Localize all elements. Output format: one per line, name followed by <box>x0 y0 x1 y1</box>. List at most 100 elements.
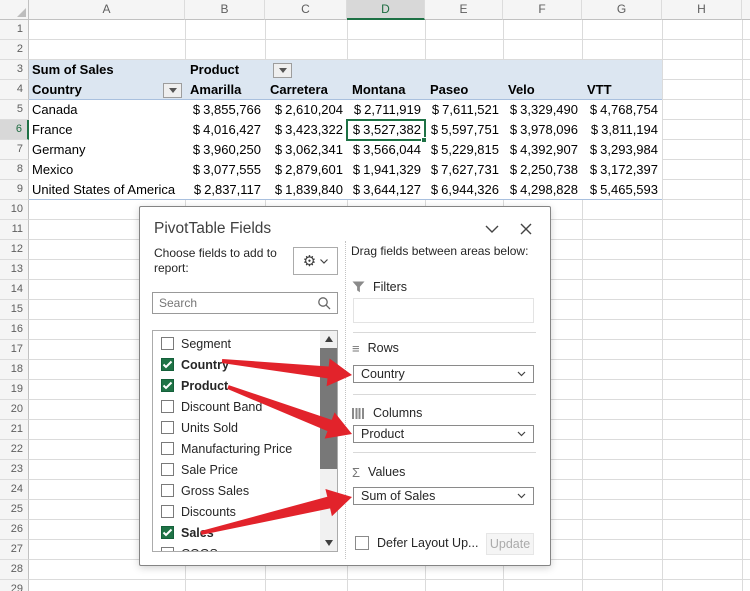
field-item[interactable]: Country <box>153 354 322 375</box>
scroll-up-arrow[interactable] <box>320 331 337 347</box>
column-header[interactable]: H <box>662 0 742 20</box>
pivot-cell[interactable]: Canada <box>32 100 184 120</box>
row-header[interactable]: 11 <box>0 220 29 240</box>
pivot-cell[interactable]: $2,250,738 <box>503 160 582 180</box>
row-header[interactable]: 7 <box>0 140 29 160</box>
field-item[interactable]: Manufacturing Price <box>153 438 322 459</box>
pivot-cell[interactable]: $3,644,127 <box>347 180 425 200</box>
row-header[interactable]: 18 <box>0 360 29 380</box>
pivot-cell[interactable]: Paseo <box>430 80 468 100</box>
field-item[interactable]: Gross Sales <box>153 480 322 501</box>
row-header[interactable]: 16 <box>0 320 29 340</box>
checkbox[interactable] <box>161 526 174 539</box>
pivot-cell[interactable]: $7,611,521 <box>425 100 503 120</box>
row-header[interactable]: 1 <box>0 20 29 40</box>
fill-handle[interactable] <box>421 137 427 143</box>
pivot-cell[interactable]: $1,941,329 <box>347 160 425 180</box>
checkbox[interactable] <box>161 505 174 518</box>
row-header[interactable]: 9 <box>0 180 29 200</box>
row-header[interactable]: 5 <box>0 100 29 120</box>
columns-field-dropdown[interactable]: Product <box>353 425 534 443</box>
row-header[interactable]: 19 <box>0 380 29 400</box>
values-field-dropdown[interactable]: Sum of Sales <box>353 487 534 505</box>
pivot-cell[interactable]: Carretera <box>270 80 328 100</box>
pivot-cell[interactable]: Velo <box>508 80 535 100</box>
checkbox[interactable] <box>161 337 174 350</box>
search-input[interactable]: Search <box>152 292 338 314</box>
column-header-selected[interactable]: D <box>347 0 425 20</box>
pivot-cell[interactable]: $3,978,096 <box>503 120 582 140</box>
pivot-cell[interactable]: $3,423,322 <box>265 120 347 140</box>
column-header[interactable] <box>742 0 750 20</box>
pivot-cell[interactable]: $3,855,766 <box>185 100 265 120</box>
pivot-cell[interactable]: VTT <box>587 80 612 100</box>
column-header[interactable]: B <box>185 0 265 20</box>
row-header[interactable]: 13 <box>0 260 29 280</box>
row-header[interactable]: 14 <box>0 280 29 300</box>
pivot-cell[interactable]: $3,172,397 <box>582 160 662 180</box>
row-header[interactable]: 28 <box>0 560 29 580</box>
checkbox[interactable] <box>161 421 174 434</box>
pivot-cell[interactable]: United States of America <box>32 180 184 200</box>
pivot-cell[interactable]: $4,392,907 <box>503 140 582 160</box>
checkbox[interactable] <box>161 484 174 497</box>
pivot-cell[interactable]: $3,293,984 <box>582 140 662 160</box>
row-header[interactable]: 25 <box>0 500 29 520</box>
row-header[interactable]: 12 <box>0 240 29 260</box>
row-header[interactable]: 3 <box>0 60 29 80</box>
pivot-cell[interactable]: $5,597,751 <box>425 120 503 140</box>
defer-layout-checkbox[interactable] <box>355 536 369 550</box>
field-item[interactable]: Product <box>153 375 322 396</box>
row-header[interactable]: 17 <box>0 340 29 360</box>
country-filter-button[interactable] <box>163 83 182 98</box>
field-item[interactable]: Discount Band <box>153 396 322 417</box>
scroll-down-arrow[interactable] <box>320 535 337 551</box>
field-item[interactable]: COGS <box>153 543 322 551</box>
pivot-cell[interactable]: $4,016,427 <box>185 120 265 140</box>
row-header-selected[interactable]: 6 <box>0 120 29 140</box>
update-button[interactable]: Update <box>486 533 534 555</box>
pivot-cell[interactable]: Germany <box>32 140 184 160</box>
row-header[interactable]: 15 <box>0 300 29 320</box>
row-header[interactable]: 2 <box>0 40 29 60</box>
product-filter-button[interactable] <box>273 63 292 78</box>
checkbox[interactable] <box>161 358 174 371</box>
field-item[interactable]: Units Sold <box>153 417 322 438</box>
scroll-thumb[interactable] <box>320 348 337 469</box>
pivot-cell[interactable]: $3,329,490 <box>503 100 582 120</box>
row-header[interactable]: 23 <box>0 460 29 480</box>
checkbox[interactable] <box>161 400 174 413</box>
column-header[interactable]: E <box>425 0 503 20</box>
pivot-cell[interactable]: $2,879,601 <box>265 160 347 180</box>
pivot-cell[interactable]: $7,627,731 <box>425 160 503 180</box>
tools-gear-button[interactable]: ⚙ <box>293 247 338 275</box>
field-item[interactable]: Discounts <box>153 501 322 522</box>
row-header[interactable]: 10 <box>0 200 29 220</box>
pivot-cell[interactable]: $2,610,204 <box>265 100 347 120</box>
pivot-cell[interactable]: Sum of Sales <box>32 60 114 80</box>
row-header[interactable]: 27 <box>0 540 29 560</box>
row-header[interactable]: 24 <box>0 480 29 500</box>
row-header[interactable]: 26 <box>0 520 29 540</box>
pivot-cell[interactable]: Product <box>190 60 239 80</box>
pivot-cell[interactable]: $2,837,117 <box>185 180 265 200</box>
pivot-cell[interactable]: $5,465,593 <box>582 180 662 200</box>
pivot-cell[interactable]: $4,298,828 <box>503 180 582 200</box>
scrollbar[interactable] <box>320 331 337 551</box>
pivot-cell[interactable]: Country <box>32 80 82 100</box>
pivot-cell[interactable]: $3,811,194 <box>582 120 662 140</box>
pivot-cell[interactable]: $3,960,250 <box>185 140 265 160</box>
checkbox[interactable] <box>161 442 174 455</box>
column-header[interactable]: A <box>29 0 185 20</box>
pivot-cell[interactable]: Mexico <box>32 160 184 180</box>
row-header[interactable]: 8 <box>0 160 29 180</box>
checkbox[interactable] <box>161 463 174 476</box>
row-header[interactable]: 22 <box>0 440 29 460</box>
pivot-cell[interactable]: France <box>32 120 184 140</box>
close-panel-button[interactable] <box>517 220 535 238</box>
collapse-panel-button[interactable] <box>483 220 501 238</box>
pivot-cell[interactable]: $2,711,919 <box>347 100 425 120</box>
pivot-cell[interactable]: $6,944,326 <box>425 180 503 200</box>
column-header[interactable]: G <box>582 0 662 20</box>
select-all-corner[interactable] <box>0 0 29 20</box>
